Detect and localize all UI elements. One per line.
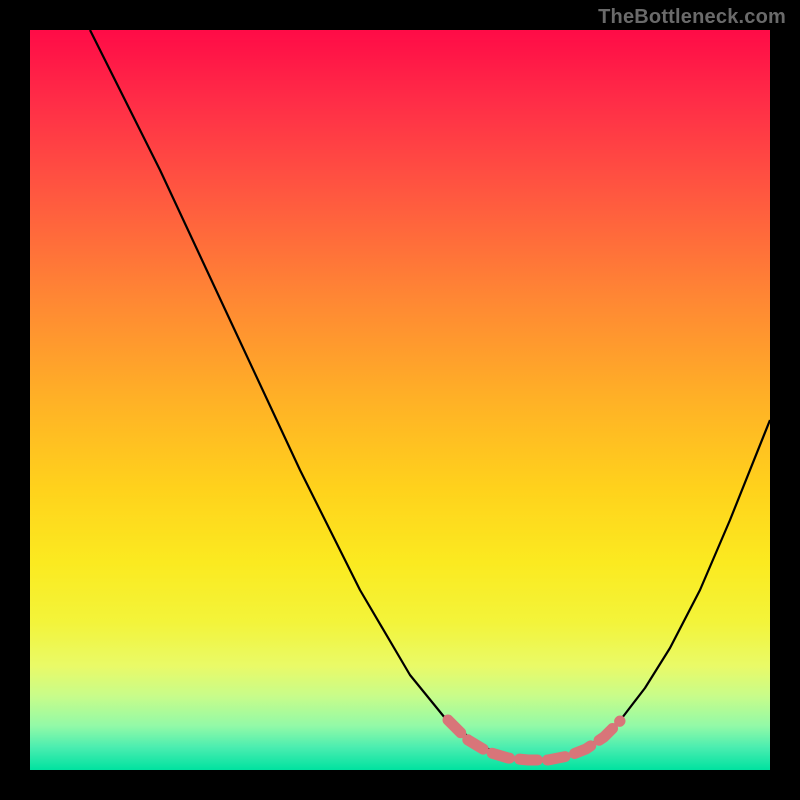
chart-frame: TheBottleneck.com (0, 0, 800, 800)
curve-layer (30, 30, 770, 770)
watermark-text: TheBottleneck.com (598, 6, 786, 29)
curve-highlight (448, 720, 620, 760)
bottleneck-curve (90, 30, 770, 760)
plot-area (30, 30, 770, 770)
